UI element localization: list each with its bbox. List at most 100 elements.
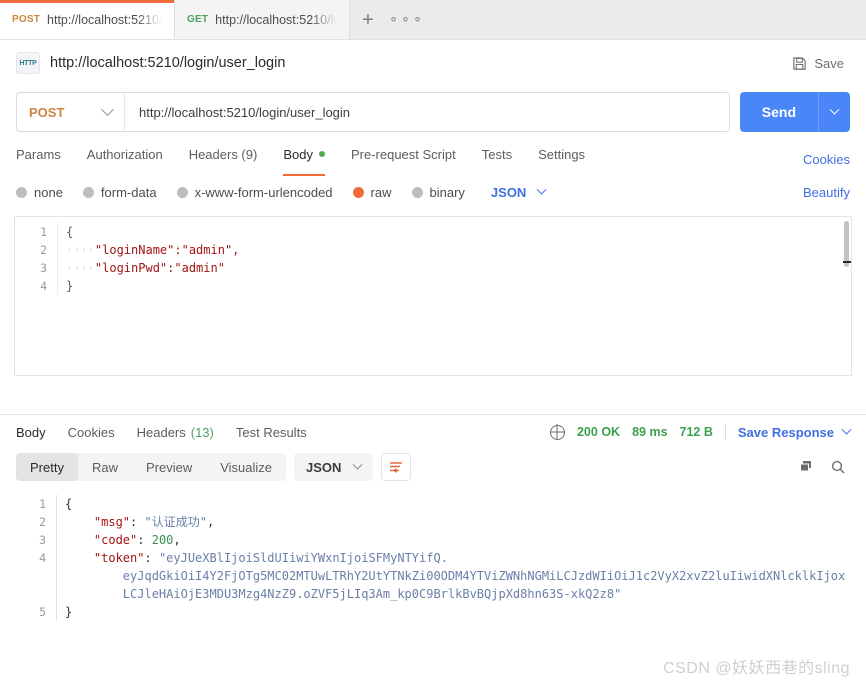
cookies-link[interactable]: Cookies xyxy=(803,152,850,167)
csdn-watermark: CSDN @妖妖西巷的sling xyxy=(663,660,850,677)
body-type-raw[interactable]: raw xyxy=(352,184,392,200)
http-method-select[interactable]: POST xyxy=(17,93,125,131)
tab-label: Pre-request Script xyxy=(350,146,456,162)
line-number: 2 xyxy=(39,515,46,529)
beautify-link[interactable]: Beautify xyxy=(803,185,850,200)
tab-url-label: http://localhost:5210/logi xyxy=(215,12,337,27)
tab-label: Headers (9) xyxy=(188,146,258,162)
globe-icon xyxy=(549,424,565,440)
copy-icon xyxy=(800,461,811,472)
request-tab-get[interactable]: GET http://localhost:5210/logi xyxy=(175,0,350,39)
radio-icon-selected xyxy=(352,186,364,198)
radio-icon xyxy=(176,186,188,198)
url-input[interactable]: http://localhost:5210/login/user_login xyxy=(125,93,729,131)
chevron-down-icon xyxy=(536,184,547,195)
code-line: ····"loginName":"admin", xyxy=(66,243,240,257)
tab-method-label: POST xyxy=(12,14,41,25)
tab-label: Tests xyxy=(481,146,513,162)
copy-button[interactable] xyxy=(794,455,818,479)
line-number: 5 xyxy=(39,605,46,619)
line-number-blank xyxy=(14,585,46,603)
new-tab-button[interactable]: + xyxy=(350,0,386,40)
chevron-down-icon xyxy=(829,104,840,115)
response-tab-headers[interactable]: Headers (13) xyxy=(137,425,214,440)
indent-guide: ···· xyxy=(66,261,95,275)
status-badge: 200 OK xyxy=(576,425,621,439)
floppy-disk-icon xyxy=(793,56,807,70)
tab-label: Body xyxy=(16,424,46,440)
tab-label: Authorization xyxy=(86,146,163,162)
wrap-lines-button[interactable] xyxy=(381,453,412,481)
divider xyxy=(724,424,726,440)
response-tab-cookies[interactable]: Cookies xyxy=(68,425,115,440)
response-format-label: JSON xyxy=(306,459,342,475)
response-view-pills: Pretty Raw Preview Visualize xyxy=(16,453,287,481)
tab-settings[interactable]: Settings xyxy=(538,137,585,181)
url-box: POST http://localhost:5210/login/user_lo… xyxy=(16,92,730,132)
request-code-area: 1 2 3 4 { ····"loginName":"admin", ····"… xyxy=(15,217,851,295)
body-type-none[interactable]: none xyxy=(16,185,63,200)
tab-label: Headers xyxy=(136,424,186,440)
view-visualize[interactable]: Visualize xyxy=(206,453,286,481)
send-options-button[interactable] xyxy=(818,92,850,132)
tab-pre-request-script[interactable]: Pre-request Script xyxy=(351,137,456,181)
send-button-label: Send xyxy=(761,104,796,120)
tab-authorization[interactable]: Authorization xyxy=(87,137,163,181)
code-line: } xyxy=(66,279,74,293)
plus-icon: + xyxy=(362,8,374,31)
code-line-wrapped: LCJleHAiOjE3MDU3Mzg4NzZ9.oZVF5jLIq3Am_kp… xyxy=(122,587,622,601)
view-raw[interactable]: Raw xyxy=(78,453,132,481)
pill-label: Visualize xyxy=(220,459,273,475)
chevron-down-icon xyxy=(841,424,852,435)
headers-count: (13) xyxy=(190,424,214,440)
code-line: "code": 200, xyxy=(93,533,181,547)
http-protocol-icon: HTTP xyxy=(16,52,40,74)
radio-icon xyxy=(411,186,423,198)
body-type-form-data[interactable]: form-data xyxy=(82,184,157,200)
send-button[interactable]: Send xyxy=(739,92,850,132)
response-line-numbers: 1 2 3 4 5 xyxy=(14,495,56,621)
save-response-button[interactable]: Save Response xyxy=(737,424,852,440)
tab-method-label: GET xyxy=(187,14,209,25)
response-tab-body[interactable]: Body xyxy=(16,425,46,440)
tab-params[interactable]: Params xyxy=(16,137,61,181)
tab-label: Body xyxy=(283,146,313,162)
line-number: 4 xyxy=(40,279,47,293)
line-number: 4 xyxy=(39,551,46,565)
response-body-viewer[interactable]: 1 2 3 4 5 { "msg": "认证成功", "code": 200, … xyxy=(14,489,852,621)
line-number: 2 xyxy=(40,243,47,257)
more-options-button[interactable]: ⚬⚬⚬ xyxy=(388,0,424,40)
body-type-label: binary xyxy=(429,184,465,200)
search-button[interactable] xyxy=(826,455,850,479)
radio-icon xyxy=(16,186,27,198)
response-code-lines: { "msg": "认证成功", "code": 200, "token": "… xyxy=(56,495,852,621)
tab-headers[interactable]: Headers (9) xyxy=(189,137,258,181)
pill-label: Preview xyxy=(145,459,193,475)
tab-label: Params xyxy=(16,146,61,162)
request-tab-post[interactable]: POST http://localhost:5210/log xyxy=(0,0,175,39)
response-format-select[interactable]: JSON xyxy=(294,453,374,481)
code-line-wrapped: eyJqdGkiOiI4Y2FjOTg5MC02MTUwLTRhY2UtYTNk… xyxy=(122,569,846,583)
response-tab-test-results[interactable]: Test Results xyxy=(236,425,307,440)
save-button[interactable]: Save xyxy=(786,52,850,75)
tab-body[interactable]: Body xyxy=(283,137,325,181)
view-preview[interactable]: Preview xyxy=(132,453,206,481)
request-body-editor[interactable]: 1 2 3 4 { ····"loginName":"admin", ····"… xyxy=(14,216,852,376)
tab-tests[interactable]: Tests xyxy=(482,137,512,181)
save-response-label: Save Response xyxy=(737,424,834,440)
body-type-label: form-data xyxy=(100,184,157,200)
body-format-select[interactable]: JSON xyxy=(491,184,547,200)
request-title-row: HTTP http://localhost:5210/login/user_lo… xyxy=(0,40,866,86)
chevron-down-icon xyxy=(352,459,363,470)
line-number: 3 xyxy=(40,261,47,275)
request-code-lines[interactable]: { ····"loginName":"admin", ····"loginPwd… xyxy=(57,223,851,295)
response-view-toolbar: Pretty Raw Preview Visualize JSON xyxy=(0,449,866,485)
url-input-value: http://localhost:5210/login/user_login xyxy=(139,104,351,120)
body-type-binary[interactable]: binary xyxy=(411,184,465,200)
code-line: { xyxy=(65,497,73,511)
response-code-area: 1 2 3 4 5 { "msg": "认证成功", "code": 200, … xyxy=(14,489,852,621)
body-type-x-www-form-urlencoded[interactable]: x-www-form-urlencoded xyxy=(176,185,333,200)
view-pretty[interactable]: Pretty xyxy=(16,453,78,481)
body-type-label: raw xyxy=(370,184,392,200)
page-title: http://localhost:5210/login/user_login xyxy=(50,55,286,71)
